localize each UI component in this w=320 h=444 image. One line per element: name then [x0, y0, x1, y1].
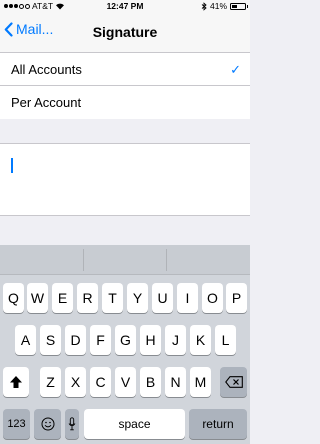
return-key[interactable]: return: [189, 409, 247, 439]
shift-icon: [10, 376, 22, 388]
key-g[interactable]: G: [115, 325, 136, 355]
key-b[interactable]: B: [140, 367, 161, 397]
emoji-key[interactable]: [34, 409, 61, 439]
key-w[interactable]: W: [27, 283, 48, 313]
key-y[interactable]: Y: [127, 283, 148, 313]
key-v[interactable]: V: [115, 367, 136, 397]
key-o[interactable]: O: [202, 283, 223, 313]
predictive-divider: [83, 249, 84, 271]
key-q[interactable]: Q: [3, 283, 24, 313]
key-s[interactable]: S: [40, 325, 61, 355]
back-button[interactable]: Mail...: [4, 21, 53, 37]
backspace-key[interactable]: [220, 367, 247, 397]
signature-scope-group: All Accounts ✓ Per Account: [0, 53, 250, 119]
battery-icon: [230, 2, 248, 10]
option-all-accounts[interactable]: All Accounts ✓: [0, 53, 250, 86]
status-right: 41%: [201, 1, 248, 11]
option-per-account[interactable]: Per Account: [0, 86, 250, 119]
key-j[interactable]: J: [165, 325, 186, 355]
text-caret: [11, 158, 13, 173]
key-a[interactable]: A: [15, 325, 36, 355]
key-r[interactable]: R: [77, 283, 98, 313]
key-i[interactable]: I: [177, 283, 198, 313]
predictive-divider: [166, 249, 167, 271]
dictation-key[interactable]: [65, 409, 79, 439]
option-label: Per Account: [11, 95, 82, 110]
shift-key[interactable]: [3, 367, 29, 397]
key-l[interactable]: L: [215, 325, 236, 355]
chevron-left-icon: [4, 21, 13, 37]
key-f[interactable]: F: [90, 325, 111, 355]
key-d[interactable]: D: [65, 325, 86, 355]
key-p[interactable]: P: [226, 283, 247, 313]
microphone-icon: [68, 417, 76, 431]
space-key[interactable]: space: [84, 409, 185, 439]
option-label: All Accounts: [11, 62, 82, 77]
key-x[interactable]: X: [65, 367, 86, 397]
key-z[interactable]: Z: [40, 367, 61, 397]
key-t[interactable]: T: [102, 283, 123, 313]
key-e[interactable]: E: [52, 283, 73, 313]
checkmark-icon: ✓: [230, 62, 241, 77]
key-k[interactable]: K: [190, 325, 211, 355]
numbers-key[interactable]: 123: [3, 409, 30, 439]
battery-percent: 41%: [209, 1, 227, 11]
navigation-bar: Mail... Signature: [0, 13, 250, 53]
key-n[interactable]: N: [165, 367, 186, 397]
key-h[interactable]: H: [140, 325, 161, 355]
predictive-bar[interactable]: [0, 245, 250, 275]
status-bar: AT&T 12:47 PM 41%: [0, 0, 250, 13]
keyboard: Q W E R T Y U I O P A S D F G H J K L Z …: [0, 245, 250, 444]
emoji-icon: [41, 417, 54, 431]
bluetooth-icon: [201, 1, 207, 11]
key-m[interactable]: M: [190, 367, 211, 397]
key-u[interactable]: U: [152, 283, 173, 313]
key-c[interactable]: C: [90, 367, 111, 397]
backspace-icon: [224, 376, 243, 388]
signature-text-field[interactable]: [0, 143, 250, 216]
back-label: Mail...: [16, 21, 54, 37]
